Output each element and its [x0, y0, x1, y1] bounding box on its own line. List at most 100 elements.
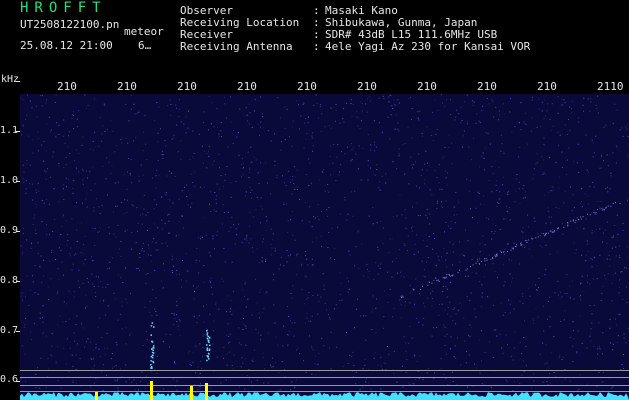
noise-dot [135, 136, 137, 138]
noise-dot [598, 346, 600, 348]
noise-dot [245, 344, 247, 346]
noise-dot [29, 183, 31, 185]
noise-dot [372, 223, 374, 225]
noise-dot [65, 321, 67, 322]
noise-dot [249, 186, 251, 188]
noise-dot [76, 229, 78, 231]
noise-dot [214, 248, 215, 250]
noise-dot [621, 364, 623, 365]
noise-dot [306, 317, 308, 319]
noise-dot [82, 179, 84, 181]
noise-dot [626, 286, 628, 288]
noise-dot [429, 189, 431, 191]
noise-dot [107, 194, 108, 196]
noise-dot [85, 294, 87, 296]
noise-dot [252, 251, 254, 253]
noise-dot [566, 159, 568, 161]
noise-dot [435, 277, 437, 279]
noise-dot [522, 227, 524, 229]
noise-dot [69, 152, 71, 154]
noise-dot [301, 289, 303, 290]
noise-dot [332, 162, 334, 164]
noise-dot [26, 114, 28, 116]
noise-dot [444, 309, 446, 311]
noise-dot [553, 336, 555, 337]
noise-dot [213, 126, 215, 128]
noise-dot [405, 350, 407, 352]
noise-dot [392, 216, 394, 218]
noise-dot [37, 367, 39, 369]
noise-dot [385, 173, 387, 175]
noise-dot [530, 130, 532, 132]
noise-dot [547, 318, 548, 320]
noise-dot [299, 353, 300, 355]
noise-dot [604, 229, 606, 231]
trace-dot [580, 216, 582, 218]
noise-dot [308, 292, 310, 293]
noise-dot [347, 146, 348, 148]
noise-dot [531, 255, 533, 257]
noise-dot [598, 371, 600, 373]
noise-dot [102, 125, 104, 127]
noise-dot [419, 110, 421, 112]
noise-dot [265, 230, 267, 231]
noise-dot [307, 297, 309, 299]
noise-dot [504, 312, 506, 313]
noise-dot [280, 117, 281, 119]
meteor-echo-dot [206, 355, 208, 357]
noise-dot [576, 217, 578, 219]
noise-dot [432, 248, 434, 250]
noise-dot [360, 101, 362, 103]
trace-dot [484, 258, 485, 260]
noise-dot [155, 242, 157, 244]
noise-dot [435, 133, 437, 135]
noise-dot [558, 144, 560, 146]
noise-dot [487, 133, 489, 134]
noise-dot [67, 240, 69, 242]
noise-dot [591, 313, 593, 315]
noise-dot [478, 339, 480, 341]
noise-dot [425, 214, 427, 216]
noise-dot [209, 203, 210, 205]
noise-dot [172, 324, 174, 326]
noise-dot [581, 342, 583, 344]
noise-dot [562, 356, 564, 358]
noise-dot [370, 144, 372, 146]
noise-dot [519, 342, 521, 344]
noise-dot [419, 187, 420, 189]
noise-dot [174, 361, 175, 363]
noise-dot [54, 101, 56, 103]
noise-dot [597, 95, 599, 97]
noise-dot [309, 162, 311, 164]
noise-dot [430, 292, 431, 294]
noise-dot [438, 314, 440, 316]
noise-dot [60, 250, 62, 252]
noise-dot [367, 179, 369, 181]
noise-dot [323, 288, 325, 290]
noise-dot [197, 366, 199, 368]
noise-dot [433, 327, 435, 329]
trace-dot [492, 258, 494, 259]
noise-dot [416, 234, 418, 236]
noise-dot [238, 327, 240, 329]
noise-dot [562, 223, 563, 225]
noise-dot [549, 157, 551, 158]
noise-dot [523, 121, 525, 122]
noise-dot [187, 190, 189, 192]
noise-dot [82, 170, 84, 172]
noise-dot [523, 244, 525, 246]
noise-dot [303, 102, 305, 104]
noise-dot [116, 344, 118, 346]
noise-dot [22, 178, 24, 180]
noise-dot [116, 205, 118, 207]
noise-dot [362, 147, 364, 149]
trace-dot [581, 218, 582, 220]
noise-dot [305, 138, 307, 140]
noise-dot [472, 100, 474, 102]
noise-dot [327, 247, 329, 248]
noise-dot [67, 234, 69, 236]
noise-dot [346, 277, 348, 279]
noise-dot [484, 147, 486, 149]
noise-dot [365, 339, 367, 341]
noise-dot [173, 137, 174, 139]
